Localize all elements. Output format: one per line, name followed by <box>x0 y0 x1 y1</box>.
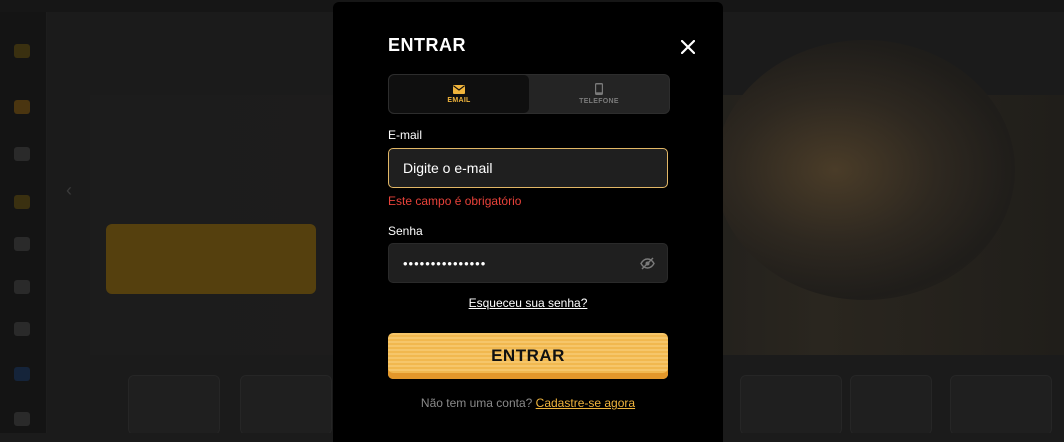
sidebar-icon <box>14 44 30 58</box>
password-field-wrapper <box>388 243 668 283</box>
sidebar-icon <box>14 237 30 251</box>
password-label: Senha <box>388 224 423 238</box>
background-card <box>240 375 332 433</box>
signup-link[interactable]: Cadastre-se agora <box>536 396 635 410</box>
close-button[interactable] <box>676 35 700 59</box>
sidebar-icon <box>14 280 30 294</box>
background-card <box>950 375 1052 433</box>
background-image <box>715 40 1015 300</box>
tab-telefone[interactable]: TELEFONE <box>529 75 669 113</box>
signup-prompt: Não tem uma conta? Cadastre-se agora <box>333 396 723 410</box>
login-submit-button[interactable]: ENTRAR <box>388 333 668 379</box>
tab-email[interactable]: EMAIL <box>389 75 529 113</box>
email-field-wrapper <box>388 148 668 188</box>
envelope-icon <box>453 84 465 94</box>
carousel-arrow-icon: ‹ <box>66 180 72 200</box>
modal-title: ENTRAR <box>388 35 466 55</box>
email-label: E-mail <box>388 128 423 142</box>
background-sidebar <box>0 12 47 433</box>
eye-off-icon[interactable] <box>640 257 655 270</box>
background-cta <box>106 224 316 294</box>
login-modal: ENTRAR EMAIL TELEFONE E-mail Este campo … <box>333 2 723 442</box>
password-field[interactable] <box>401 254 655 272</box>
sidebar-icon <box>14 322 30 336</box>
tab-email-label: EMAIL <box>447 96 471 104</box>
sidebar-icon <box>14 412 30 426</box>
login-method-tabs: EMAIL TELEFONE <box>388 74 670 114</box>
background-card <box>850 375 932 433</box>
sidebar-icon <box>14 147 30 161</box>
sidebar-icon <box>14 195 30 209</box>
email-field[interactable] <box>401 159 655 177</box>
signup-question: Não tem uma conta? <box>420 396 533 410</box>
close-icon <box>681 40 695 54</box>
phone-icon <box>595 83 603 95</box>
sidebar-icon <box>14 367 30 381</box>
email-error-message: Este campo é obrigatório <box>388 194 522 208</box>
tab-telefone-label: TELEFONE <box>579 98 619 105</box>
forgot-password-link[interactable]: Esqueceu sua senha? <box>333 296 723 310</box>
sidebar-icon <box>14 100 30 114</box>
background-card <box>128 375 220 433</box>
background-card <box>740 375 842 433</box>
